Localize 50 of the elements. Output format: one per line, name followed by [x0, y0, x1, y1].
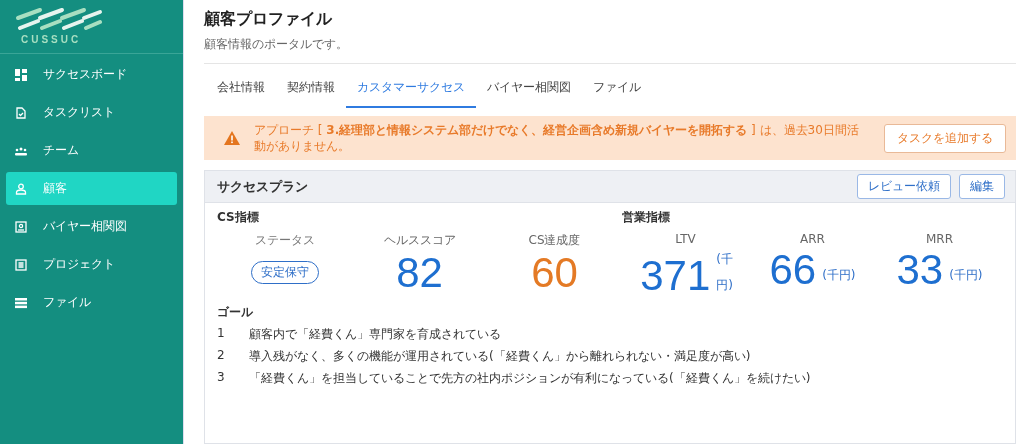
sidebar-item[interactable]: ファイル [6, 286, 177, 319]
document-check-icon [15, 106, 27, 119]
goal-number: 1 [217, 326, 226, 342]
metric-value: 82 [396, 251, 443, 295]
goal-text: 導入残がなく、多くの機能が運用されている(「経費くん」から離れられない・満足度が高い) [249, 348, 751, 365]
sidebar-item[interactable]: タスクリスト [6, 96, 177, 129]
goal-text: 「経費くん」を担当していることで先方の社内ポジションが有利になっている(「経費くん」を続けたい) [249, 370, 811, 387]
dashboard-icon [15, 68, 27, 81]
metric-label: ヘルススコア [383, 232, 456, 249]
tab[interactable]: バイヤー相関図 [476, 70, 582, 108]
sidebar-item[interactable]: チーム [6, 134, 177, 167]
sidebar-item[interactable]: プロジェクト [6, 248, 177, 281]
metric-value: 33 [896, 248, 944, 292]
tab[interactable]: ファイル [582, 70, 652, 108]
unit-label: (千円) [822, 267, 856, 284]
tab[interactable]: カスタマーサクセス [346, 70, 476, 108]
section-heading: CS指標 [217, 209, 260, 226]
metric-value: 66 [769, 248, 817, 292]
sidebar-item[interactable]: サクセスボード [6, 58, 177, 91]
page-title: 顧客プロファイル [204, 8, 333, 30]
warning-icon [224, 131, 240, 145]
goal-text: 顧客内で「経費くん」専門家を育成されている [249, 326, 501, 343]
page-subtitle: 顧客情報のポータルです。 [204, 36, 1016, 64]
section-heading: 営業指標 [622, 209, 671, 226]
list-icon [15, 258, 27, 271]
warning-message: アプローチ [ 3.経理部と情報システム部だけでなく、経営企画含め新規バイヤーを開拓する ] は、過去30日間活動がありません。 [254, 122, 860, 154]
logo-text: CUSSUC [21, 34, 82, 45]
outline-button[interactable]: レビュー依頼 [857, 174, 951, 199]
metric-label: MRR [926, 232, 953, 246]
sidebar-item[interactable]: バイヤー相関図 [6, 210, 177, 243]
metric-label: ARR [800, 232, 825, 246]
rows-icon [15, 296, 27, 309]
goal-number: 2 [217, 348, 226, 364]
metric-label: CS達成度 [528, 232, 581, 249]
tab[interactable]: 契約情報 [276, 70, 346, 108]
unit-label: (千円) [949, 267, 983, 284]
section-heading: ゴール [217, 304, 254, 321]
add-task-button[interactable]: タスクを追加する [884, 123, 1006, 153]
metric-value: 60 [531, 251, 578, 295]
metric-value: 371 [640, 254, 711, 298]
tab[interactable]: 会社情報 [206, 70, 276, 108]
contact-card-icon [15, 220, 27, 233]
metric-label: LTV [675, 232, 696, 246]
goal-number: 3 [217, 370, 226, 386]
metric-label: ステータス [254, 232, 315, 249]
stripes-logo-icon [14, 6, 104, 30]
card-title: サクセスプラン [217, 177, 309, 196]
outline-button[interactable]: 編集 [959, 174, 1005, 199]
person-icon [15, 182, 27, 195]
unit-label: (千円) [716, 251, 731, 294]
